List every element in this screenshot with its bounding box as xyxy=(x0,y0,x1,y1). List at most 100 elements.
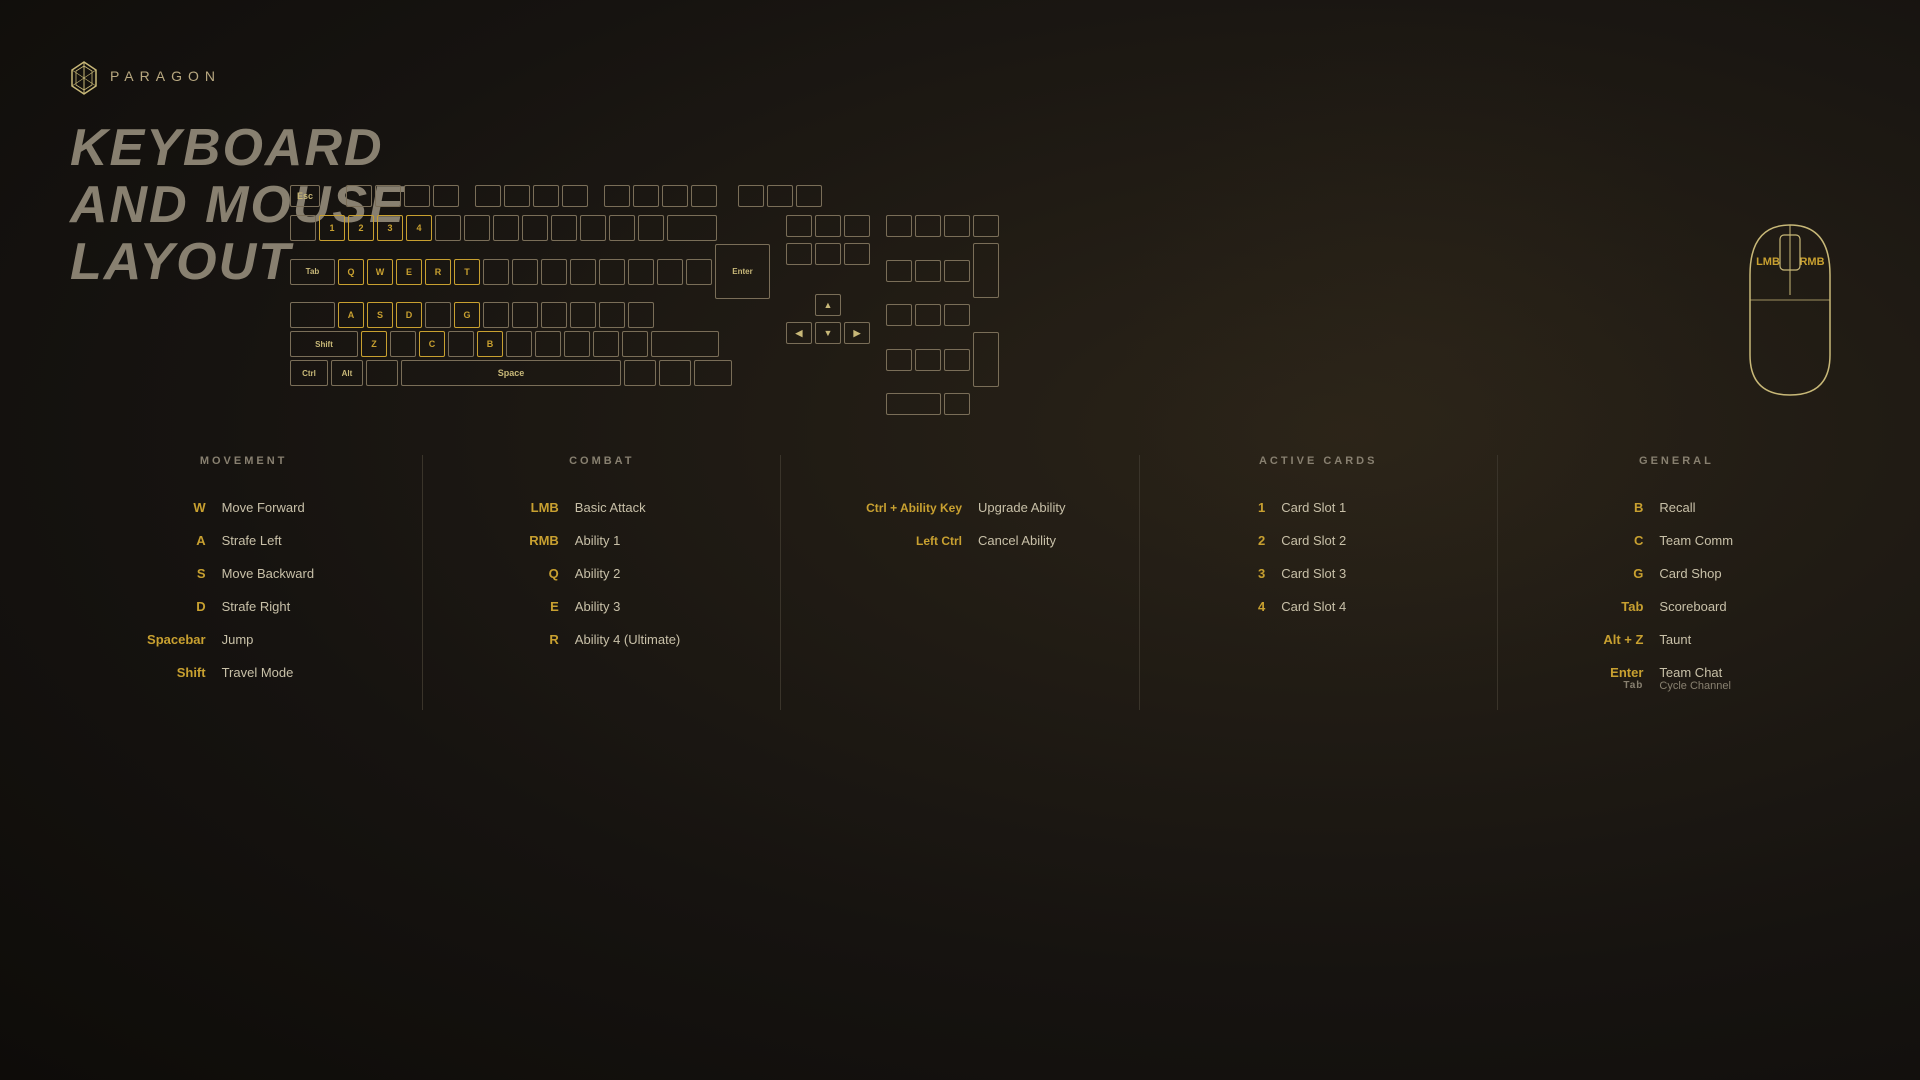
divider xyxy=(1497,455,1498,710)
key-f4 xyxy=(433,185,459,207)
key-3: 3 xyxy=(377,215,403,241)
fn-row: Esc xyxy=(290,185,1570,207)
key-8 xyxy=(522,215,548,241)
key-minus xyxy=(609,215,635,241)
action-label: Travel Mode xyxy=(222,665,342,680)
key-num1 xyxy=(886,349,912,371)
action-label: Ability 3 xyxy=(575,599,695,614)
section-general: GENERAL B Recall C Team Comm G Card Shop… xyxy=(1503,455,1850,710)
key-f xyxy=(425,302,451,328)
space-row: Ctrl Alt Space xyxy=(290,360,770,386)
key-label: 4 xyxy=(1235,599,1265,614)
key-label: R xyxy=(509,632,559,647)
bind-row: Alt + Z Taunt xyxy=(1503,632,1850,647)
action-label: Recall xyxy=(1659,500,1779,515)
key-num4 xyxy=(886,304,912,326)
key-num2 xyxy=(915,349,941,371)
divider xyxy=(780,455,781,710)
key-backtick xyxy=(290,215,316,241)
bind-row: Spacebar Jump xyxy=(70,632,417,647)
key-period xyxy=(593,331,619,357)
bind-row: R Ability 4 (Ultimate) xyxy=(428,632,775,647)
movement-title: MOVEMENT xyxy=(70,455,417,475)
key-g: G xyxy=(454,302,480,328)
combat-title: COMBAT xyxy=(428,455,775,475)
key-o xyxy=(570,259,596,285)
key-y xyxy=(483,259,509,285)
key-4: 4 xyxy=(406,215,432,241)
action-sub-label: Cycle Channel xyxy=(1659,680,1779,692)
key-w: W xyxy=(367,259,393,285)
key-m xyxy=(535,331,561,357)
key-a: A xyxy=(338,302,364,328)
bind-row: LMB Basic Attack xyxy=(428,500,775,515)
key-p xyxy=(599,259,625,285)
key-v xyxy=(448,331,474,357)
page: PARAGON KEYBOARD AND MOUSE LAYOUT Esc xyxy=(0,0,1920,1080)
key-f10 xyxy=(633,185,659,207)
action-label: Basic Attack xyxy=(575,500,695,515)
bind-row: Ctrl + Ability Key Upgrade Ability xyxy=(786,500,1133,515)
key-num7 xyxy=(886,260,912,282)
key-alt-r xyxy=(659,360,691,386)
numpad xyxy=(886,215,999,418)
stacked-keys: Enter Tab xyxy=(1573,665,1643,691)
key-slash xyxy=(622,331,648,357)
key-j xyxy=(512,302,538,328)
action-label: Ability 2 xyxy=(575,566,695,581)
key-ctrl-r xyxy=(694,360,732,386)
key-del xyxy=(786,243,812,265)
key-tab: Tab xyxy=(290,259,335,285)
key-s: S xyxy=(367,302,393,328)
bind-row: A Strafe Left xyxy=(70,533,417,548)
key-num-minus xyxy=(973,215,999,237)
key-t: T xyxy=(454,259,480,285)
key-left: ◀ xyxy=(786,322,812,344)
key-num8 xyxy=(915,260,941,282)
action-label: Move Forward xyxy=(222,500,342,515)
key-h xyxy=(483,302,509,328)
bind-row: Left Ctrl Cancel Ability xyxy=(786,533,1133,548)
key-esc: Esc xyxy=(290,185,320,207)
key-num-star xyxy=(944,215,970,237)
rmb-label: RMB xyxy=(1799,256,1824,268)
key-2: 2 xyxy=(348,215,374,241)
bind-row: Q Ability 2 xyxy=(428,566,775,581)
key-f12 xyxy=(691,185,717,207)
bind-row: D Strafe Right xyxy=(70,599,417,614)
key-alt-l: Alt xyxy=(331,360,363,386)
key-label: G xyxy=(1573,566,1643,581)
key-lbracket xyxy=(628,259,654,285)
key-backspace xyxy=(667,215,717,241)
bind-row: RMB Ability 1 xyxy=(428,533,775,548)
section-combat: COMBAT LMB Basic Attack RMB Ability 1 Q … xyxy=(428,455,775,710)
bind-row: C Team Comm xyxy=(1503,533,1850,548)
nav-cluster: ▲ ◀ ▼ ▶ xyxy=(786,215,870,347)
key-rbracket xyxy=(657,259,683,285)
key-f2 xyxy=(375,185,401,207)
paragon-logo-icon xyxy=(70,60,98,92)
key-label: Q xyxy=(509,566,559,581)
qwerty-row: Tab Q W E R T Enter xyxy=(290,244,770,299)
action-label: Card Shop xyxy=(1659,566,1779,581)
key-pgup xyxy=(844,215,870,237)
key-label: Left Ctrl xyxy=(822,534,962,548)
action-label: Team Comm xyxy=(1659,533,1779,548)
key-ctrl-l: Ctrl xyxy=(290,360,328,386)
key-label: 3 xyxy=(1235,566,1265,581)
section-combat2: - Ctrl + Ability Key Upgrade Ability Lef… xyxy=(786,455,1133,710)
key-ins xyxy=(786,215,812,237)
key-num-plus xyxy=(973,243,999,298)
key-f1 xyxy=(346,185,372,207)
key-l xyxy=(570,302,596,328)
action-label: Card Slot 3 xyxy=(1281,566,1401,581)
key-shift-r xyxy=(651,331,719,357)
key-num9 xyxy=(944,260,970,282)
key-n xyxy=(506,331,532,357)
key-7 xyxy=(493,215,519,241)
key-i xyxy=(541,259,567,285)
key-pgdn xyxy=(844,243,870,265)
key-backslash xyxy=(686,259,712,285)
bind-row: Shift Travel Mode xyxy=(70,665,417,680)
key-meta xyxy=(366,360,398,386)
